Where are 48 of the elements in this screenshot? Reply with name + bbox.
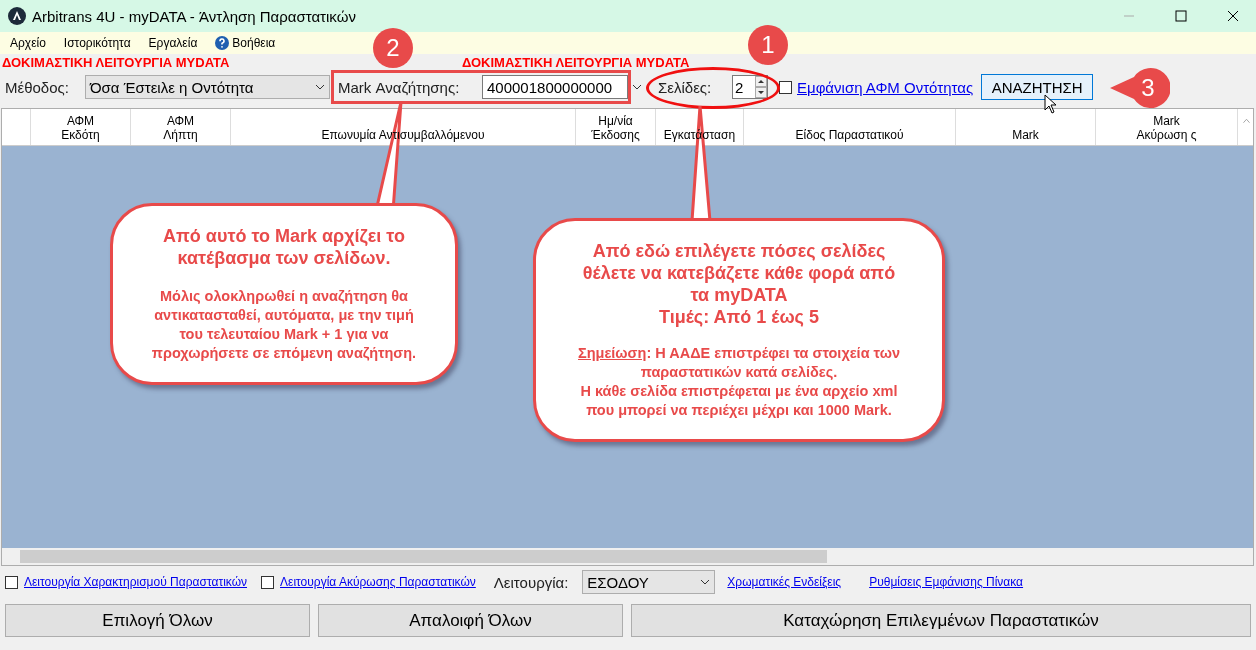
app-logo-icon [8,7,26,25]
spinner-arrows-icon [755,76,767,98]
column-header[interactable]: Ημ/νία Έκδοσης [576,109,656,145]
menu-item[interactable]: Ιστορικότητα [63,36,131,50]
callout-text: Μόλις ολοκληρωθεί η αναζήτηση θα αντικατασταθεί, αυτόματα, με την τιμή του τελευταίου Mark + 1 για να προχωρήσετε σε επόμενη αναζήτηση. [150,287,418,363]
help-icon [215,36,230,50]
chevron-icon [315,84,325,90]
chevron-icon [700,579,711,585]
callout-title: Από αυτό το Mark αρχίζει το κατέβασμα των σελίδων. [162,225,406,269]
cancellation-link[interactable]: Λειτουργία Ακύρωσης Παραστατικών [280,575,476,589]
menu-item[interactable]: Βοήθεια [215,36,276,50]
checkbox[interactable] [5,575,18,589]
callout-note: Σημείωση: Η ΑΑΔΕ επιστρέφει τα στοιχεία των παραστατικών κατά σελίδες. [577,344,901,382]
step-badge: 3 [1108,67,1170,109]
action-button[interactable]: Καταχώρηση Επιλεγμένων Παραστατικών [631,604,1251,637]
test-mode-label: ΔΟΚΙΜΑΣΤΙΚΗ ΛΕΙΤΟΥΡΓΙΑ MYDATA [461,54,691,70]
callout-text: Η κάθε σελίδα επιστρέφεται με ένα αρχείο xml που μπορεί να περιέχει μέχρι και 1000 Mark. [579,382,899,420]
method-label: Μέθοδος: [5,78,70,96]
search-button[interactable]: ΑΝΑΖΗΤΗΣΗ [981,74,1094,100]
method-dropdown[interactable]: Όσα Έστειλε η Οντότητα [85,75,330,99]
mark-search-label: Mark Αναζήτησης: [338,78,461,96]
test-mode-label: ΔΟΚΙΜΑΣΤΙΚΗ ΛΕΙΤΟΥΡΓΙΑ MYDATA [1,54,231,70]
action-button[interactable]: Επιλογή Όλων [5,604,310,637]
column-header[interactable]: Είδος Παραστατικού [744,109,956,145]
show-afm-link[interactable]: Εμφάνιση ΑΦΜ Οντότητας [797,78,974,96]
characterization-link[interactable]: Λειτουργία Χαρακτηρισμού Παραστατικών [24,575,247,589]
checkbox[interactable] [779,80,792,94]
pages-spinner[interactable]: 2 [732,75,768,99]
mode-label: Λειτουργία: [493,573,569,591]
column-header[interactable]: ΑΦΜ Εκδότη [31,109,131,145]
menu-item[interactable]: Αρχείο [10,36,46,50]
step-badge: 2 [372,27,414,69]
pages-label: Σελίδες: [658,78,713,96]
menu-item[interactable]: Εργαλεία [148,36,198,50]
chevron-icon [632,84,642,90]
mark-search-field[interactable]: 400001800000000 [482,75,628,99]
action-button[interactable]: Απαλοιφή Όλων [318,604,623,637]
table-settings-link[interactable]: Ρυθμίσεις Εμφάνισης Πίνακα [869,575,1024,589]
callout-subtitle: Τιμές: Από 1 έως 5 [659,306,819,328]
column-header[interactable]: ΑΦΜ Λήπτη [131,109,231,145]
step-badge: 1 [747,24,789,66]
horizontal-scrollbar[interactable] [2,548,1253,565]
column-header[interactable]: Mark Ακύρωση ς [1096,109,1238,145]
mode-dropdown[interactable]: ΕΣΟΔΟΥ [582,570,716,594]
callout-title: Από εδώ επιλέγετε πόσες σελίδες θέλετε να κατεβάζετε κάθε φορά από τα myDATA [581,240,897,306]
color-legend-link[interactable]: Χρωματικές Ενδείξεις [727,575,842,589]
checkbox[interactable] [261,575,274,589]
window-title: Arbitrans 4U - myDATA - Άντληση Παραστατικών [32,7,357,25]
